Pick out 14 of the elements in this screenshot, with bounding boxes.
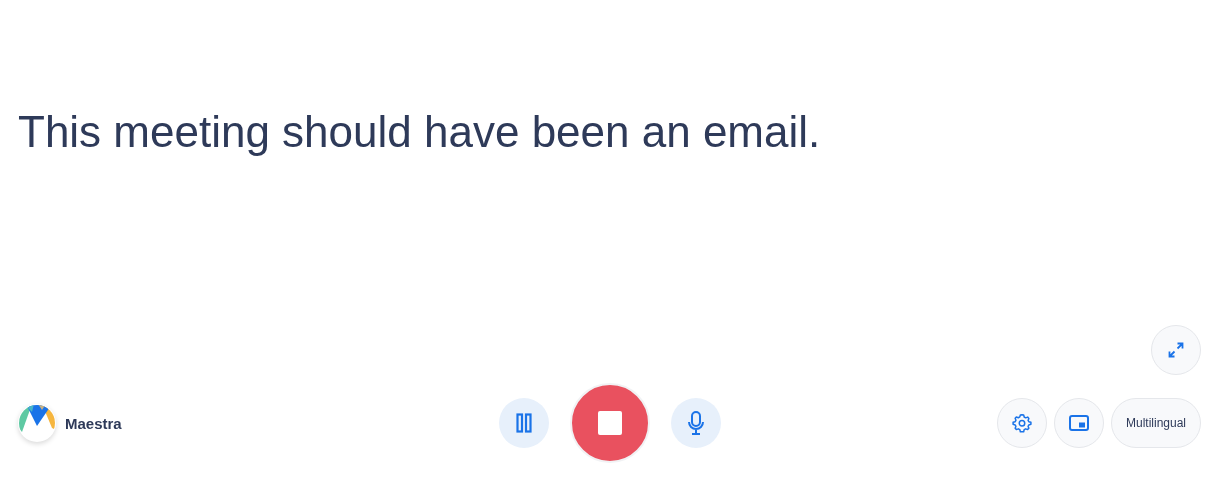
stop-icon bbox=[597, 411, 622, 435]
picture-in-picture-icon bbox=[1068, 415, 1089, 431]
caption-text: This meeting should have been an email. bbox=[18, 106, 822, 158]
settings-button[interactable] bbox=[996, 398, 1047, 448]
settings-icon bbox=[1011, 413, 1032, 433]
logo-icon bbox=[18, 404, 56, 442]
language-button[interactable]: Multilingual bbox=[1110, 398, 1201, 448]
expand-icon bbox=[1168, 342, 1184, 358]
picture-in-picture-button[interactable] bbox=[1053, 398, 1104, 448]
pause-button[interactable] bbox=[498, 398, 549, 448]
pause-icon bbox=[515, 413, 532, 433]
microphone-button[interactable] bbox=[670, 398, 721, 448]
microphone-icon bbox=[686, 411, 705, 435]
brand-name: Maestra bbox=[65, 414, 122, 432]
